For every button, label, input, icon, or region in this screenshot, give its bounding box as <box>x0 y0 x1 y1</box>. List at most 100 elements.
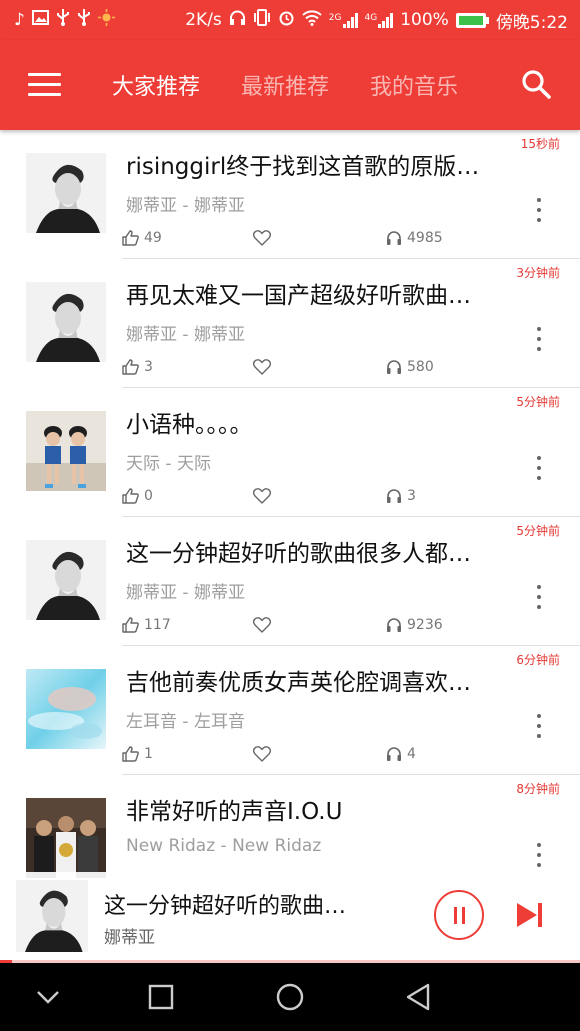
chevron-down-icon[interactable] <box>28 977 68 1017</box>
play-count-value: 9236 <box>407 617 443 633</box>
app-toolbar: 大家推荐 最新推荐 我的音乐 <box>0 40 580 130</box>
song-artist: 娜蒂亚 - 娜蒂亚 <box>126 196 245 216</box>
list-item[interactable]: 3分钟前 再见太难又一国产超级好听歌曲… 娜蒂亚 - 娜蒂亚 3 580 <box>0 259 580 388</box>
thumbs-up-icon <box>122 230 139 246</box>
home-circle-icon[interactable] <box>270 977 310 1017</box>
tab-latest[interactable]: 最新推荐 <box>241 69 329 101</box>
now-playing-artist: 娜蒂亚 <box>104 928 155 948</box>
clock: 傍晚5:22 <box>495 12 568 33</box>
skip-next-icon[interactable] <box>515 902 545 928</box>
thumbs-up-icon <box>122 746 139 762</box>
post-time: 8分钟前 <box>516 782 560 796</box>
headphones-icon <box>387 489 401 503</box>
song-artist: 娜蒂亚 - 娜蒂亚 <box>126 583 245 603</box>
status-bar: ♪ 2K/s 2G 4G 100% 傍晚5:22 <box>0 0 580 40</box>
music-note-icon: ♪ <box>14 9 25 30</box>
signal-icon: 2G <box>328 12 358 28</box>
song-thumbnail <box>26 669 106 749</box>
play-count-value: 3 <box>407 488 416 504</box>
post-time: 15秒前 <box>520 137 560 151</box>
song-title: 小语种。。。。 <box>126 412 253 438</box>
play-count-value: 4 <box>407 746 416 762</box>
more-options-icon[interactable] <box>531 582 547 612</box>
play-count: 4 <box>386 746 416 762</box>
now-playing-title: 这一分钟超好听的歌曲… <box>104 894 347 919</box>
song-artist: 娜蒂亚 - 娜蒂亚 <box>126 325 245 345</box>
headphones-icon <box>229 9 246 31</box>
tab-my-music[interactable]: 我的音乐 <box>370 69 458 101</box>
heart-icon[interactable] <box>252 746 272 766</box>
song-thumbnail <box>26 153 106 233</box>
list-item[interactable]: 15秒前 risinggirl终于找到这首歌的原版… 娜蒂亚 - 娜蒂亚 49 … <box>0 130 580 259</box>
song-artist: 左耳音 - 左耳音 <box>126 712 245 732</box>
song-title: 这一分钟超好听的歌曲很多人都… <box>126 541 471 567</box>
post-time: 6分钟前 <box>516 653 560 667</box>
usb-icon <box>77 9 91 31</box>
list-item[interactable]: 5分钟前 小语种。。。。 天际 - 天际 0 3 <box>0 388 580 517</box>
play-count-value: 580 <box>407 359 434 375</box>
song-thumbnail <box>26 411 106 491</box>
now-playing-thumbnail <box>16 880 88 952</box>
vibrate-icon <box>253 9 271 31</box>
heart-icon[interactable] <box>252 359 272 379</box>
like-count: 49 <box>144 230 162 246</box>
post-time: 5分钟前 <box>516 395 560 409</box>
like-button[interactable]: 1 <box>122 746 153 762</box>
image-icon <box>31 10 49 30</box>
play-count: 580 <box>386 359 434 375</box>
network-speed: 2K/s <box>185 10 222 30</box>
list-item[interactable]: 5分钟前 这一分钟超好听的歌曲很多人都… 娜蒂亚 - 娜蒂亚 117 9236 <box>0 517 580 646</box>
headphones-icon <box>387 747 401 761</box>
like-count: 1 <box>144 746 153 762</box>
like-button[interactable]: 0 <box>122 488 153 504</box>
post-time: 5分钟前 <box>516 524 560 538</box>
song-thumbnail <box>26 282 106 362</box>
more-options-icon[interactable] <box>531 324 547 354</box>
song-artist: New Ridaz - New Ridaz <box>126 836 322 856</box>
usb-icon <box>56 9 70 31</box>
mini-player[interactable]: 这一分钟超好听的歌曲… 娜蒂亚 <box>0 872 580 960</box>
status-bar-notifications: ♪ <box>14 9 115 31</box>
headphones-icon <box>387 618 401 632</box>
heart-icon[interactable] <box>252 230 272 250</box>
system-nav-bar <box>0 963 580 1031</box>
song-thumbnail <box>26 540 106 620</box>
recents-square-icon[interactable] <box>141 977 181 1017</box>
song-artist: 天际 - 天际 <box>126 454 211 474</box>
signal-icon: 4G <box>364 12 394 28</box>
heart-icon[interactable] <box>252 617 272 637</box>
signal-label: 2G <box>328 12 342 23</box>
like-count: 3 <box>144 359 153 375</box>
like-count: 117 <box>144 617 171 633</box>
post-time: 3分钟前 <box>516 266 560 280</box>
song-title: 再见太难又一国产超级好听歌曲… <box>126 283 471 309</box>
headphones-icon <box>387 231 401 245</box>
more-options-icon[interactable] <box>531 195 547 225</box>
more-options-icon[interactable] <box>531 453 547 483</box>
tab-popular[interactable]: 大家推荐 <box>112 69 200 101</box>
battery-percent: 100% <box>400 10 449 30</box>
thumbs-up-icon <box>122 359 139 375</box>
song-thumbnail <box>26 798 106 878</box>
play-count: 4985 <box>386 230 443 246</box>
thumbs-up-icon <box>122 617 139 633</box>
search-icon[interactable] <box>520 68 552 100</box>
alarm-icon <box>278 9 295 31</box>
back-triangle-icon[interactable] <box>399 977 439 1017</box>
play-count-value: 4985 <box>407 230 443 246</box>
play-count: 3 <box>386 488 416 504</box>
battery-icon <box>455 12 489 28</box>
network-type: 4G <box>364 12 378 23</box>
like-button[interactable]: 49 <box>122 230 162 246</box>
thumbs-up-icon <box>122 488 139 504</box>
hamburger-menu-icon[interactable] <box>28 72 62 98</box>
like-count: 0 <box>144 488 153 504</box>
more-options-icon[interactable] <box>531 711 547 741</box>
more-options-icon[interactable] <box>531 840 547 870</box>
heart-icon[interactable] <box>252 488 272 508</box>
pause-button[interactable] <box>434 890 484 940</box>
brightness-icon <box>97 9 115 31</box>
like-button[interactable]: 117 <box>122 617 171 633</box>
list-item[interactable]: 6分钟前 吉他前奏优质女声英伦腔调喜欢… 左耳音 - 左耳音 1 4 <box>0 646 580 775</box>
like-button[interactable]: 3 <box>122 359 153 375</box>
